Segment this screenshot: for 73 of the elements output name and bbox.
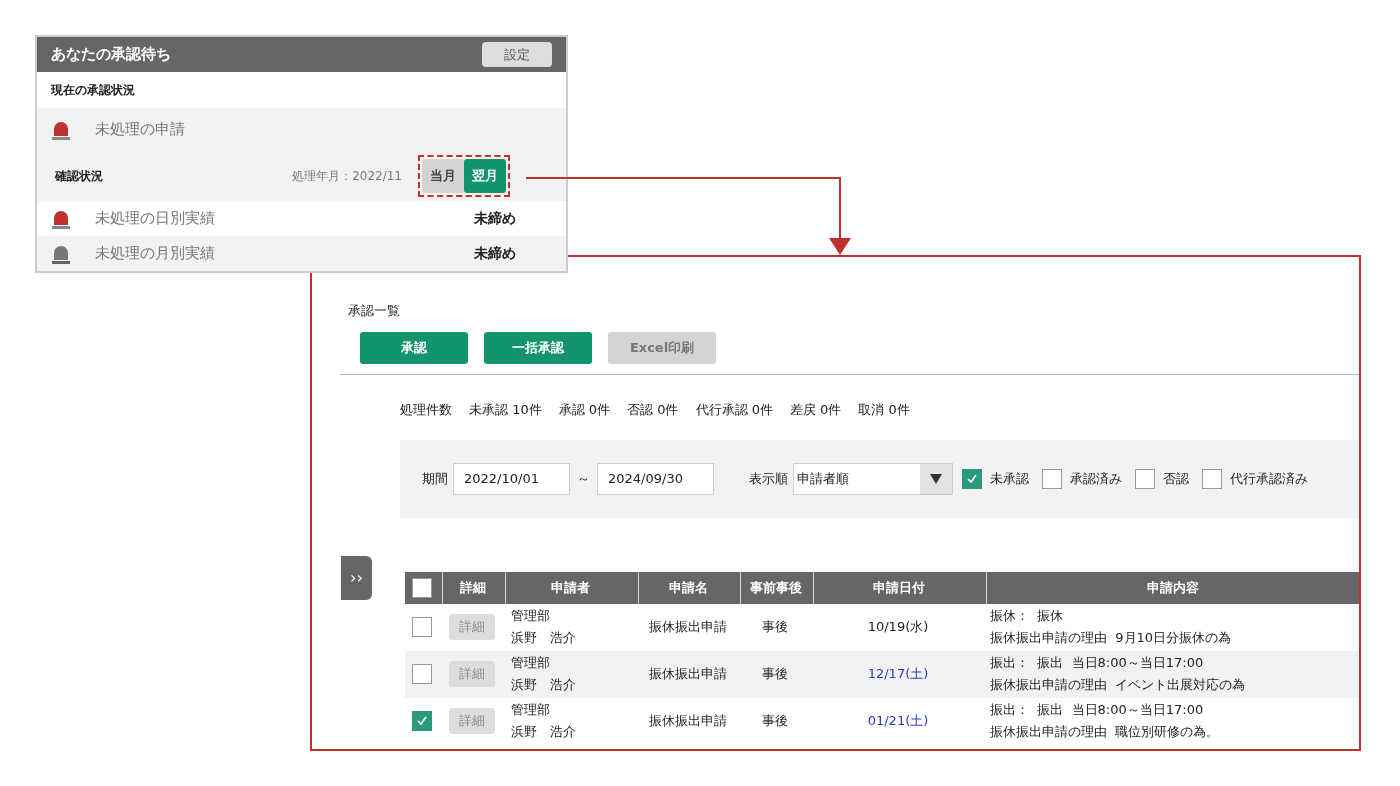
select-all-checkbox[interactable] <box>412 577 432 598</box>
settings-button[interactable]: 設定 <box>482 42 552 67</box>
count-label: 差戻 0件 <box>789 401 842 419</box>
count-label: 承認 0件 <box>558 401 611 419</box>
content-line: 振休： 振休 <box>990 607 1065 625</box>
count-label: 取消 0件 <box>858 401 910 419</box>
checkbox-label: 代行承認済み <box>1230 469 1308 488</box>
status-checkbox[interactable] <box>1042 468 1062 489</box>
column-header: 申請名 <box>638 571 737 604</box>
dropdown-arrow-icon <box>930 473 942 484</box>
date-to-field[interactable]: 2024/09/30 <box>597 462 714 495</box>
detail-button[interactable]: 詳細 <box>449 614 495 640</box>
section-label: 現在の承認状況 <box>51 82 135 99</box>
status-label: 未処理の日別実績 <box>95 208 215 230</box>
content-line: 振休振出申請の理由 9月10日分振休の為 <box>990 629 1233 647</box>
row-checkbox[interactable] <box>412 617 432 637</box>
range-separator: ～ <box>576 469 591 488</box>
detail-button[interactable]: 詳細 <box>449 708 495 734</box>
status-checkbox[interactable] <box>1135 468 1155 489</box>
applicant-name: 浜野 浩介 <box>511 723 577 741</box>
timing-text: 事後 <box>762 618 788 637</box>
department-text: 管理部 <box>511 654 551 672</box>
applicant-name: 浜野 浩介 <box>511 676 577 694</box>
period-label: 期間 <box>422 469 448 488</box>
count-label: 代行承認 0件 <box>695 401 773 419</box>
application-date: 10/19(水) <box>867 618 929 637</box>
application-name: 振休振出申請 <box>648 712 727 731</box>
month-tab[interactable]: 当月 <box>422 159 464 193</box>
action-button[interactable]: 一括承認 <box>484 332 592 364</box>
column-header: 申請日付 <box>813 571 983 604</box>
count-label: 未承認 10件 <box>469 401 542 419</box>
count-label: 否認 0件 <box>627 401 679 419</box>
status-value: 未締め <box>474 209 516 228</box>
applicant-name: 浜野 浩介 <box>511 629 577 647</box>
content-line: 振休振出申請の理由 イベント出展対応の為 <box>990 676 1247 694</box>
row-checkbox[interactable] <box>412 711 432 731</box>
application-name: 振休振出申請 <box>648 665 727 684</box>
timing-text: 事後 <box>762 712 788 731</box>
timing-text: 事後 <box>762 665 788 684</box>
content-line: 振休振出申請の理由 職位別研修の為。 <box>990 723 1221 741</box>
expand-button[interactable]: ›› <box>341 555 372 600</box>
content-line: 振出： 振出 当日8:00～当日17:00 <box>990 701 1205 719</box>
row-checkbox[interactable] <box>412 664 432 684</box>
processing-month: 処理年月：2022/11 <box>292 168 402 185</box>
month-tab[interactable]: 翌月 <box>464 159 506 193</box>
date-from-field[interactable]: 2022/10/01 <box>453 462 570 495</box>
checkmark-icon <box>415 714 429 728</box>
column-header: 申請者 <box>505 571 635 604</box>
column-header: 詳細 <box>442 571 502 604</box>
content-line: 振出： 振出 当日8:00～当日17:00 <box>990 654 1205 672</box>
checkbox-label: 否認 <box>1163 469 1189 488</box>
status-value: 未締め <box>474 244 516 263</box>
status-checkbox[interactable] <box>1202 468 1222 489</box>
department-text: 管理部 <box>511 701 551 719</box>
checkbox-label: 未承認 <box>990 469 1029 488</box>
count-label: 処理件数 <box>400 401 452 419</box>
status-checkbox[interactable] <box>962 468 982 489</box>
sort-label: 表示順 <box>749 469 788 488</box>
sort-dropdown[interactable]: 申請者順 <box>793 462 953 495</box>
column-header: 事前事後 <box>740 571 810 604</box>
detail-button[interactable]: 詳細 <box>449 661 495 687</box>
column-header: 申請内容 <box>986 571 1359 604</box>
action-button[interactable]: 承認 <box>360 332 468 364</box>
application-date: 01/21(土) <box>867 712 929 731</box>
confirm-label: 確認状況 <box>55 168 103 185</box>
application-date: 12/17(土) <box>867 665 929 684</box>
status-label: 未処理の月別実績 <box>95 243 215 265</box>
application-name: 振休振出申請 <box>648 618 727 637</box>
widget-title: あなたの承認待ち <box>51 44 171 66</box>
list-title: 承認一覧 <box>348 303 400 318</box>
pending-label: 未処理の申請 <box>95 119 185 141</box>
department-text: 管理部 <box>511 607 551 625</box>
checkbox-label: 承認済み <box>1070 469 1122 488</box>
